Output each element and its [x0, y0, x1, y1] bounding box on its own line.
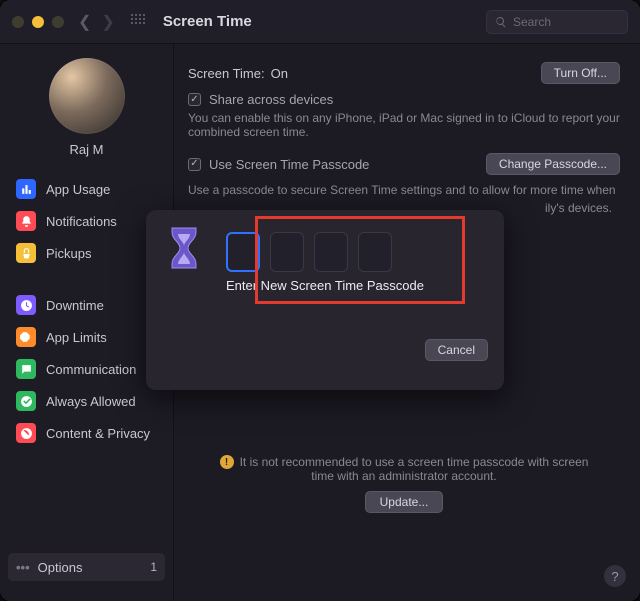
change-passcode-button[interactable]: Change Passcode... — [486, 153, 620, 175]
sidebar-item-app-usage[interactable]: App Usage — [8, 173, 165, 205]
passcode-digit-4[interactable] — [358, 232, 392, 272]
passcode-dialog: Enter New Screen Time Passcode Cancel — [146, 210, 504, 390]
use-passcode-label: Use Screen Time Passcode — [209, 157, 369, 172]
warning-text-1: It is not recommended to use a screen ti… — [240, 455, 589, 469]
search-input[interactable]: Search — [486, 10, 628, 34]
content-privacy-icon — [16, 423, 36, 443]
sidebar-item-label: Content & Privacy — [46, 426, 150, 441]
communication-icon — [16, 359, 36, 379]
share-across-devices-label: Share across devices — [209, 92, 333, 107]
screen-time-label: Screen Time: — [188, 66, 265, 81]
screen-time-status: On — [271, 66, 288, 81]
options-icon: ••• — [16, 560, 30, 575]
share-across-devices-checkbox[interactable] — [188, 93, 201, 106]
sidebar-item-notifications[interactable]: Notifications — [8, 205, 165, 237]
sidebar-item-label: Notifications — [46, 214, 117, 229]
back-button[interactable]: ❮ — [78, 12, 91, 32]
app-usage-icon — [16, 179, 36, 199]
pickups-icon — [16, 243, 36, 263]
minimize-window-button[interactable] — [32, 16, 44, 28]
sidebar-item-label: Downtime — [46, 298, 104, 313]
cancel-button[interactable]: Cancel — [425, 339, 488, 361]
downtime-icon — [16, 295, 36, 315]
close-window-button[interactable] — [12, 16, 24, 28]
sidebar-item-pickups[interactable]: Pickups — [8, 237, 165, 269]
use-passcode-desc: Use a passcode to secure Screen Time set… — [188, 183, 620, 197]
sidebar-item-content-privacy[interactable]: Content & Privacy — [8, 417, 165, 449]
sidebar-item-downtime[interactable]: Downtime — [8, 289, 165, 321]
turn-off-button[interactable]: Turn Off... — [541, 62, 620, 84]
passcode-digit-1[interactable] — [226, 232, 260, 272]
share-across-devices-desc: You can enable this on any iPhone, iPad … — [188, 111, 620, 139]
sidebar-item-label: Always Allowed — [46, 394, 136, 409]
sidebar-item-app-limits[interactable]: App Limits — [8, 321, 165, 353]
warning-icon: ! — [220, 455, 234, 469]
zoom-window-button[interactable] — [52, 16, 64, 28]
forward-button[interactable]: ❯ — [101, 12, 114, 32]
warning-text-2: time with an administrator account. — [311, 469, 496, 483]
passcode-inputs — [226, 232, 424, 272]
use-passcode-checkbox[interactable] — [188, 158, 201, 171]
options-label: Options — [38, 560, 83, 575]
update-button[interactable]: Update... — [365, 491, 444, 513]
passcode-digit-2[interactable] — [270, 232, 304, 272]
system-prefs-window: ❮ ❯ Screen Time Search Raj M — [0, 0, 640, 601]
passcode-digit-3[interactable] — [314, 232, 348, 272]
always-allowed-icon — [16, 391, 36, 411]
sidebar-item-label: Pickups — [46, 246, 92, 261]
sidebar-item-communication[interactable]: Communication — [8, 353, 165, 385]
options-button[interactable]: ••• Options 1 — [8, 553, 165, 581]
titlebar: ❮ ❯ Screen Time Search — [0, 0, 640, 44]
help-button[interactable]: ? — [604, 565, 626, 587]
sidebar-item-label: App Limits — [46, 330, 107, 345]
sidebar-item-label: Communication — [46, 362, 136, 377]
show-all-icon[interactable] — [131, 14, 147, 30]
nav-buttons: ❮ ❯ — [78, 12, 153, 32]
admin-warning: ! It is not recommended to use a screen … — [188, 455, 620, 513]
user-avatar[interactable] — [49, 58, 125, 134]
app-limits-icon — [16, 327, 36, 347]
window-title: Screen Time — [163, 13, 252, 30]
sidebar-item-label: App Usage — [46, 182, 110, 197]
family-devices-tail: ily's devices. — [545, 201, 620, 215]
hourglass-icon — [162, 226, 206, 270]
options-badge: 1 — [150, 560, 157, 574]
window-controls — [12, 16, 64, 28]
search-icon — [495, 16, 507, 28]
user-name: Raj M — [0, 142, 173, 157]
passcode-prompt: Enter New Screen Time Passcode — [226, 278, 424, 293]
notifications-icon — [16, 211, 36, 231]
sidebar-item-always-allowed[interactable]: Always Allowed — [8, 385, 165, 417]
search-placeholder: Search — [513, 15, 551, 29]
